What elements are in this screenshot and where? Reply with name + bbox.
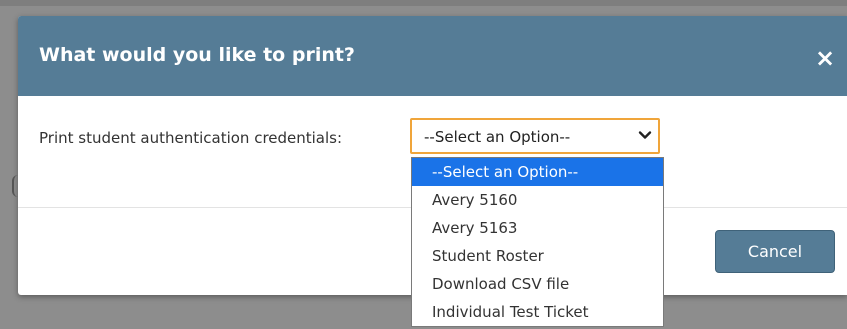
close-icon[interactable]: × xyxy=(813,46,837,70)
page-top-bar xyxy=(0,0,847,6)
dialog-header: What would you like to print? × xyxy=(18,16,847,96)
chevron-down-icon xyxy=(638,131,652,139)
field-label: Print student authentication credentials… xyxy=(39,129,343,147)
select-value: --Select an Option-- xyxy=(424,128,571,146)
dropdown-option-download-csv[interactable]: Download CSV file xyxy=(412,270,663,298)
dropdown-option-select-an-option[interactable]: --Select an Option-- xyxy=(412,158,663,186)
print-option-select[interactable]: --Select an Option-- xyxy=(410,118,660,154)
background-edge-mark xyxy=(12,175,18,197)
dropdown-list: --Select an Option-- Avery 5160 Avery 51… xyxy=(411,157,664,327)
dropdown-option-individual-test-ticket[interactable]: Individual Test Ticket xyxy=(412,298,663,326)
dropdown-option-avery-5160[interactable]: Avery 5160 xyxy=(412,186,663,214)
cancel-button[interactable]: Cancel xyxy=(715,230,835,273)
dropdown-option-avery-5163[interactable]: Avery 5163 xyxy=(412,214,663,242)
dialog-title: What would you like to print? xyxy=(39,44,355,66)
dropdown-option-student-roster[interactable]: Student Roster xyxy=(412,242,663,270)
